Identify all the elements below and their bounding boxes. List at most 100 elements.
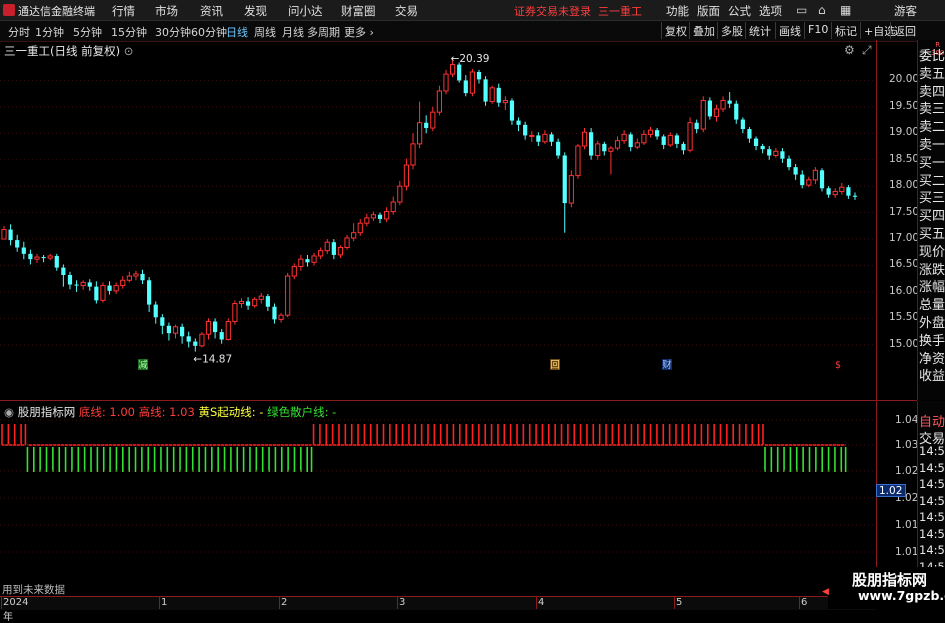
multi-stock-button[interactable]: 多股: [717, 22, 746, 39]
date-tick: [536, 597, 537, 609]
period-tab[interactable]: 5分钟: [73, 24, 102, 40]
candle: [581, 128, 588, 150]
candle: [61, 264, 66, 287]
menu-market[interactable]: 市场: [155, 3, 178, 19]
quote-field-label[interactable]: 卖四: [919, 81, 945, 100]
period-tab[interactable]: 多周期: [307, 24, 340, 40]
period-tab[interactable]: 30分钟: [155, 24, 191, 40]
period-tab-daily[interactable]: 日线: [226, 24, 248, 40]
current-value-badge: 1.02: [876, 484, 906, 497]
quote-field-label[interactable]: 卖二: [919, 116, 945, 135]
period-tab[interactable]: 分时: [8, 24, 30, 40]
candle: [628, 132, 633, 152]
date-tick: [799, 597, 800, 609]
candle: [87, 279, 92, 291]
candle: [225, 318, 231, 341]
quote-field-label[interactable]: 换手: [919, 330, 945, 349]
chat-icon[interactable]: ▭: [796, 3, 807, 17]
candle: [826, 186, 831, 198]
quote-field-label[interactable]: 买一: [919, 152, 945, 171]
menu-formula[interactable]: 公式: [728, 3, 751, 19]
period-toolbar: 分时 1分钟 5分钟 15分钟 30分钟 60分钟 日线 周线 月线 多周期 更…: [0, 21, 945, 42]
trade-time[interactable]: 14:56: [919, 494, 945, 508]
event-marker[interactable]: 财: [662, 359, 672, 371]
candle: [424, 115, 429, 134]
guest-label[interactable]: 游客: [894, 3, 917, 19]
quote-field-label[interactable]: 总量: [919, 294, 945, 313]
trade-time[interactable]: 14:56: [919, 510, 945, 524]
trade-time[interactable]: 14:56: [919, 543, 945, 557]
stats-button[interactable]: 统计: [745, 22, 774, 39]
scroll-arrow-icon[interactable]: ◀: [822, 587, 829, 597]
menu-news[interactable]: 资讯: [200, 3, 223, 19]
back-button[interactable]: 返回: [890, 22, 919, 39]
f10-button[interactable]: F10: [804, 22, 831, 39]
candlestick-chart[interactable]: ←20.39 ←14.87 减 回 财 $: [0, 40, 876, 401]
login-warning[interactable]: 证券交易未登录 三一重工: [514, 3, 642, 19]
period-tab[interactable]: 周线: [254, 24, 276, 40]
menu-trade[interactable]: 交易: [395, 3, 418, 19]
candle: [357, 218, 363, 236]
svg-text:财: 财: [662, 359, 672, 371]
period-tab[interactable]: 月线: [282, 24, 304, 40]
quote-field-label[interactable]: 买二: [919, 170, 945, 189]
menu-wealth[interactable]: 财富圈: [341, 3, 376, 19]
more-label: 更多: [344, 26, 366, 39]
menu-function[interactable]: 功能: [666, 3, 689, 19]
mark-button[interactable]: 标记: [831, 22, 860, 39]
quote-field-label[interactable]: 买五: [919, 223, 945, 242]
candle: [331, 239, 336, 260]
menu-layout[interactable]: 版面: [697, 3, 720, 19]
date-axis: [0, 596, 876, 610]
trade-time[interactable]: 14:56: [919, 444, 945, 458]
candle: [403, 158, 410, 191]
period-tab-more[interactable]: 更多 ›: [344, 24, 374, 40]
date-tick: [159, 597, 160, 609]
period-tab[interactable]: 1分钟: [35, 24, 64, 40]
candle: [602, 141, 607, 156]
trade-time[interactable]: 14:56: [919, 477, 945, 491]
quote-field-label[interactable]: 涨跌: [919, 259, 945, 278]
grid-icon[interactable]: ▦: [840, 3, 851, 17]
period-tab[interactable]: 15分钟: [111, 24, 147, 40]
candle: [311, 252, 317, 266]
candle: [681, 141, 686, 155]
menu-discover[interactable]: 发现: [244, 3, 267, 19]
quote-field-label[interactable]: 委比: [919, 45, 945, 64]
date-label: 2024年: [3, 597, 29, 623]
menu-ask[interactable]: 问小达: [288, 3, 323, 19]
indicator-chart[interactable]: [0, 401, 876, 581]
event-marker[interactable]: 减: [138, 359, 148, 371]
quote-field-label[interactable]: 卖一: [919, 134, 945, 153]
event-marker[interactable]: $: [833, 359, 843, 371]
quote-field-label[interactable]: 卖五: [919, 63, 945, 82]
quote-field-label[interactable]: 现价: [919, 241, 945, 260]
trade-time[interactable]: 14:56: [919, 461, 945, 475]
candle: [113, 282, 119, 295]
date-label: 4: [538, 597, 545, 608]
quote-field-label[interactable]: 收益: [919, 365, 945, 384]
candle: [160, 314, 165, 335]
menu-options[interactable]: 选项: [759, 3, 782, 19]
candle: [713, 104, 720, 122]
quote-field-label[interactable]: 买三: [919, 187, 945, 206]
candle: [800, 170, 805, 189]
quote-field-label[interactable]: 净资: [919, 348, 945, 367]
draw-line-button[interactable]: 画线: [775, 22, 804, 39]
candle: [337, 245, 344, 259]
quote-field-label[interactable]: 涨幅: [919, 276, 945, 295]
quote-field-label[interactable]: 卖三: [919, 98, 945, 117]
quote-field-label[interactable]: 外盘: [919, 312, 945, 331]
menu-quotes[interactable]: 行情: [112, 3, 135, 19]
overlay-button[interactable]: 叠加: [689, 22, 718, 39]
period-tab[interactable]: 60分钟: [191, 24, 227, 40]
trade-time[interactable]: 14:56: [919, 527, 945, 541]
bell-icon[interactable]: ⌂: [818, 3, 826, 17]
candle: [370, 211, 377, 222]
candle: [780, 148, 785, 163]
quote-field-label[interactable]: 买四: [919, 205, 945, 224]
event-marker[interactable]: 回: [550, 359, 560, 371]
adjust-button[interactable]: 复权: [661, 22, 690, 39]
candle: [107, 281, 112, 295]
candle: [661, 134, 666, 150]
